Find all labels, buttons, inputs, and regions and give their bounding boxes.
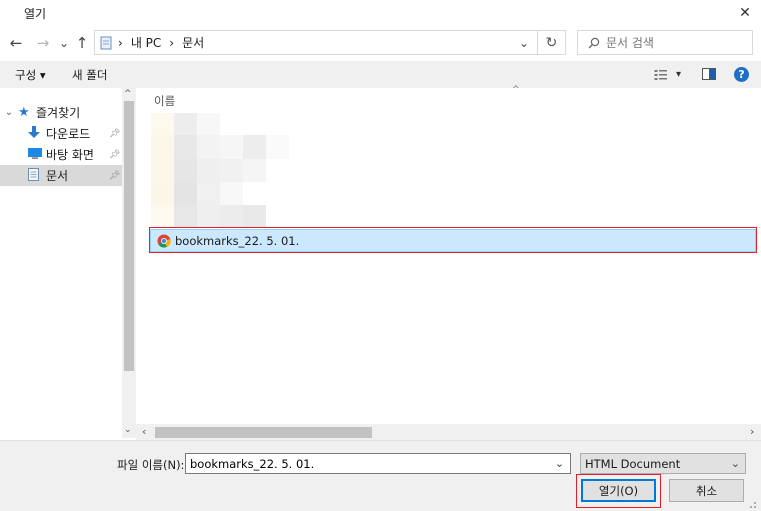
- breadcrumb-separator[interactable]: ›: [118, 36, 123, 50]
- chevron-down-icon: ⌄: [4, 107, 14, 118]
- back-arrow-icon: ←: [9, 34, 23, 52]
- redacted-file-block: [197, 205, 220, 227]
- horizontal-scroll-thumb[interactable]: [155, 427, 372, 438]
- file-type-select[interactable]: HTML Document ⌄: [580, 453, 746, 474]
- forward-button[interactable]: →: [34, 33, 52, 53]
- preview-pane-icon: [702, 68, 716, 83]
- recent-locations-button[interactable]: ⌄: [57, 33, 71, 53]
- up-arrow-icon: ↑: [75, 34, 89, 52]
- document-icon: [28, 167, 44, 184]
- back-button[interactable]: ←: [7, 33, 25, 53]
- preview-pane-button[interactable]: [702, 68, 716, 80]
- chevron-down-icon: ⌄: [58, 36, 70, 50]
- refresh-button[interactable]: ↻: [538, 30, 566, 55]
- refresh-icon: ↻: [545, 34, 558, 51]
- sidebar-item-desktop[interactable]: 바탕 화면 📌︎: [0, 144, 122, 165]
- close-icon: ✕: [739, 5, 751, 21]
- sidebar-item-label: 즐겨찾기: [36, 106, 81, 120]
- organize-menu[interactable]: 구성 ▾: [15, 67, 46, 83]
- redacted-file-block: [266, 135, 289, 159]
- download-icon: [28, 125, 44, 142]
- redacted-file-block: [151, 135, 174, 159]
- redacted-file-block: [243, 205, 266, 227]
- search-input[interactable]: [606, 35, 736, 50]
- star-icon: ★: [18, 105, 30, 120]
- view-options-button[interactable]: ▾: [654, 67, 684, 82]
- redacted-file-block: [197, 135, 220, 159]
- scroll-right-icon[interactable]: ›: [750, 425, 754, 438]
- sidebar-item-label: 문서: [46, 169, 69, 183]
- sidebar-item-quick-access[interactable]: ⌄ ★ 즐겨찾기: [0, 102, 122, 123]
- breadcrumb-separator[interactable]: ›: [169, 36, 174, 50]
- navigation-pane-scroll-thumb[interactable]: [124, 101, 134, 371]
- redacted-file-block: [220, 205, 243, 227]
- help-icon: ?: [738, 68, 745, 81]
- redacted-file-block: [174, 205, 197, 227]
- redacted-file-block: [174, 182, 197, 205]
- title-bar: [0, 0, 761, 26]
- folder-location-icon: [100, 36, 112, 50]
- redacted-file-block: [197, 159, 220, 182]
- pin-icon: 📌︎: [109, 149, 121, 160]
- cancel-button[interactable]: 취소: [669, 479, 744, 502]
- command-toolbar: [0, 61, 761, 88]
- breadcrumb-this-pc[interactable]: 내 PC: [131, 34, 161, 51]
- filename-label: 파일 이름(N):: [117, 458, 185, 472]
- pin-icon: 📌︎: [109, 128, 121, 139]
- annotation-highlight-box: [576, 474, 661, 508]
- redacted-file-block: [220, 182, 243, 205]
- sort-ascending-icon: ^: [512, 85, 520, 95]
- address-bar[interactable]: › 내 PC › 문서 ⌄: [94, 30, 538, 55]
- redacted-file-block: [220, 159, 243, 182]
- filename-field[interactable]: [185, 453, 571, 474]
- breadcrumb-documents[interactable]: 문서: [182, 34, 204, 51]
- redacted-file-block: [151, 205, 174, 227]
- redacted-file-block: [243, 135, 266, 159]
- chevron-down-icon: ⌄: [730, 457, 740, 470]
- redacted-file-block: [151, 159, 174, 182]
- window-title: 열기: [24, 7, 47, 21]
- file-type-value: HTML Document: [585, 456, 681, 471]
- chevron-down-icon: ▾: [676, 69, 682, 80]
- search-icon: [588, 37, 600, 49]
- desktop-icon: [28, 147, 44, 162]
- forward-arrow-icon: →: [36, 34, 50, 52]
- help-button[interactable]: ?: [734, 67, 749, 82]
- navigation-pane: ⌄ ★ 즐겨찾기 다운로드 📌︎ 바탕 화면 📌︎ 문서 📌︎: [0, 88, 122, 438]
- search-box[interactable]: [577, 30, 753, 55]
- redacted-file-block: [174, 113, 197, 135]
- scroll-left-icon[interactable]: ‹: [142, 425, 146, 438]
- redacted-file-block: [197, 182, 220, 205]
- up-button[interactable]: ↑: [73, 33, 91, 53]
- redacted-file-block: [220, 135, 243, 159]
- chevron-down-icon: ⌄: [554, 457, 565, 470]
- redacted-file-block: [151, 113, 174, 135]
- filename-dropdown-button[interactable]: ⌄: [549, 454, 570, 473]
- filename-input[interactable]: [186, 456, 548, 471]
- details-view-icon: [654, 69, 668, 81]
- pin-icon: 📌︎: [109, 170, 121, 181]
- redacted-file-block: [174, 135, 197, 159]
- resize-grip-icon[interactable]: [745, 497, 757, 509]
- redacted-file-block: [151, 182, 174, 205]
- sidebar-item-label: 다운로드: [46, 127, 91, 141]
- scroll-down-icon[interactable]: ⌄: [124, 425, 132, 435]
- sidebar-item-documents[interactable]: 문서 📌︎: [0, 165, 122, 186]
- redacted-file-block: [243, 159, 266, 182]
- close-button[interactable]: ✕: [733, 2, 757, 24]
- column-header-name[interactable]: 이름: [154, 93, 175, 109]
- new-folder-button[interactable]: 새 폴더: [72, 67, 107, 83]
- sidebar-item-downloads[interactable]: 다운로드 📌︎: [0, 123, 122, 144]
- scroll-up-icon[interactable]: ^: [124, 89, 132, 99]
- address-dropdown-icon[interactable]: ⌄: [519, 36, 529, 50]
- sidebar-item-label: 바탕 화면: [46, 148, 94, 162]
- redacted-file-block: [197, 113, 220, 135]
- redacted-file-block: [174, 159, 197, 182]
- annotation-highlight-box: [149, 227, 757, 253]
